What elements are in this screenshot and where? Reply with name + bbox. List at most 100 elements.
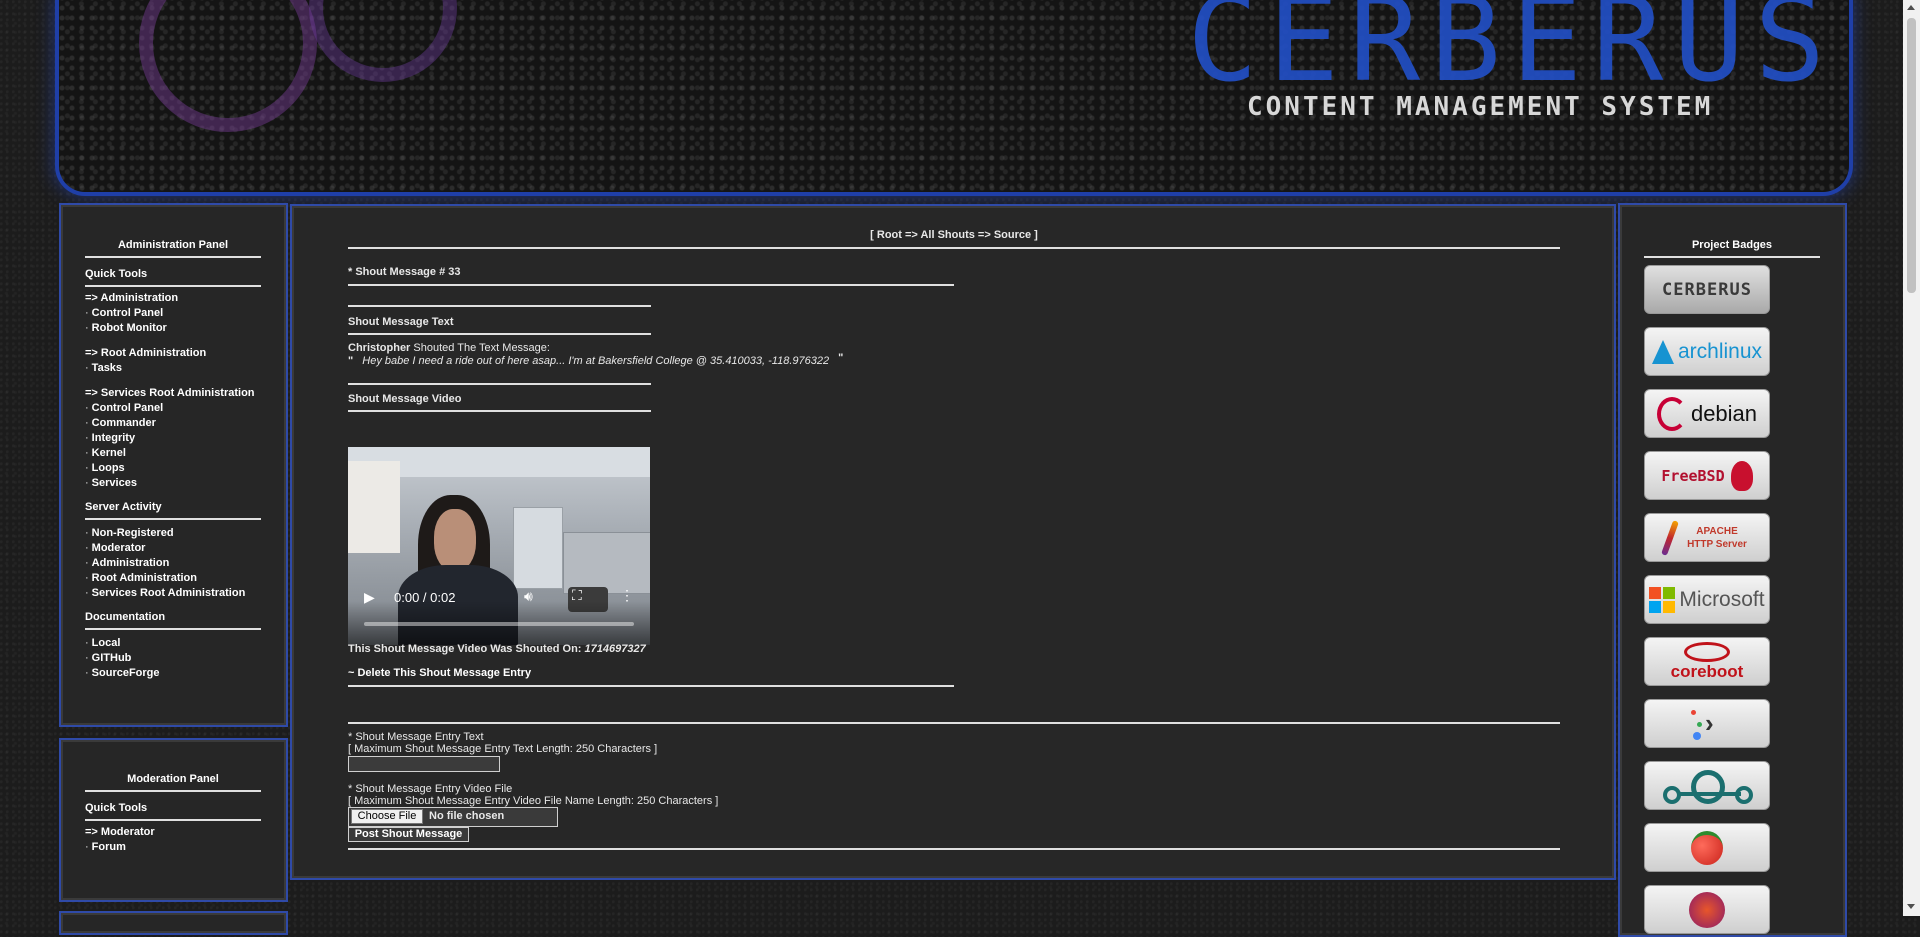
badge-freebsd[interactable]: FreeBSD [1644,451,1770,500]
nav-link-loops[interactable]: Loops [92,462,125,474]
play-icon[interactable]: ▶ [364,589,375,606]
apache-feather-icon [1661,519,1679,556]
services-root-admin-group: => Services Root Administration · Control… [85,386,261,491]
nav-link-control-panel[interactable]: Control Panel [92,402,164,414]
video-file-input[interactable]: Choose File No file chosen [348,807,558,827]
tomato-icon [1691,830,1723,865]
choose-file-button[interactable]: Choose File [351,809,423,824]
entry-text-label: * Shout Message Entry Text [348,731,484,743]
no-file-chosen-label: No file chosen [429,810,505,822]
lineage-logo-icon [1657,766,1757,806]
post-shout-button[interactable]: Post Shout Message [348,827,469,842]
badge-label: APACHE HTTP Server [1687,525,1747,550]
logo-dot [1693,731,1701,740]
shouted-text-label: Shouted The Text Message: [410,342,550,354]
divider [348,848,1560,850]
nav-link-forum[interactable]: Forum [92,841,126,853]
badge-debian[interactable]: debian [1644,389,1770,438]
nav-link-sourceforge[interactable]: SourceForge [92,667,160,679]
nav-link-robot-monitor[interactable]: Robot Monitor [92,322,167,334]
badge-project[interactable] [1644,885,1770,934]
microsoft-logo-icon [1649,586,1676,613]
chevron-right-icon: › [1705,707,1714,738]
nav-link-local[interactable]: Local [92,637,121,649]
nav-link-root-administration[interactable]: Root Administration [92,572,197,584]
page-scrollbar[interactable] [1903,0,1920,916]
nav-link-integrity[interactable]: Integrity [92,432,135,444]
badge-coreboot[interactable]: coreboot [1644,637,1770,686]
server-activity-heading: Server Activity [85,501,162,513]
nav-link-root-administration[interactable]: => Root Administration [85,346,261,361]
video-frame [348,461,400,553]
more-options-icon[interactable]: ⋮ [620,587,634,604]
nav-link-services-root-administration[interactable]: Services Root Administration [92,587,246,599]
badge-label: FreeBSD [1661,466,1725,485]
badge-microsoft[interactable]: Microsoft [1644,575,1770,624]
entry-video-label: * Shout Message Entry Video File [348,783,513,795]
badge-apache[interactable]: APACHE HTTP Server [1644,513,1770,562]
shout-video-player[interactable]: ▶ 0:00 / 0:02 🔊︎ ⛶ ⋮ [348,447,650,645]
badge-lineage[interactable] [1644,761,1770,810]
documentation-heading: Documentation [85,611,166,623]
dots-logo-icon: › [1687,704,1727,744]
breadcrumb[interactable]: [ Root => All Shouts => Source ] [348,229,1560,241]
scroll-up-arrow-icon[interactable] [1907,5,1915,10]
nav-link-moderator[interactable]: Moderator [92,542,146,554]
nav-link-services[interactable]: Services [92,477,137,489]
arch-logo-icon [1651,339,1674,364]
scroll-down-arrow-icon[interactable] [1907,904,1915,909]
badge-label: Microsoft [1679,587,1765,611]
nav-link-non-registered[interactable]: Non-Registered [92,527,174,539]
admin-group: => Administration · Control Panel · Robot … [85,291,261,336]
logo-square [1663,600,1676,613]
logo-square [1663,586,1676,599]
entry-video-limit: [ Maximum Shout Message Entry Video File… [348,795,719,807]
nav-link-administration[interactable]: => Administration [85,291,261,306]
badge-project[interactable]: › [1644,699,1770,748]
quote-close: " [838,352,844,364]
divider [85,518,261,520]
divider [85,790,261,792]
administration-panel: Administration Panel Quick Tools => Admi… [59,203,288,727]
project-badges-panel: Project Badges CERBERUS archlinux debian… [1618,203,1847,937]
root-admin-group: => Root Administration · Tasks [85,346,261,376]
badge-label: debian [1690,400,1758,426]
shout-message-text: Hey babe I need a ride out of here asap.… [362,355,830,367]
delete-shout-link[interactable]: ~ Delete This Shout Message Entry [348,667,531,679]
panel-title: Project Badges [1691,239,1773,251]
nav-link-administration[interactable]: Administration [92,557,170,569]
nav-link-control-panel[interactable]: Control Panel [92,307,164,319]
nav-link-moderator[interactable]: => Moderator [85,825,261,840]
site-banner: CERBERUS CONTENT MANAGEMENT SYSTEM [55,0,1853,196]
shouted-on-line: This Shout Message Video Was Shouted On:… [348,643,646,655]
divider [85,256,261,258]
purple-logo-icon [1689,891,1725,928]
badge-label: archlinux [1677,339,1763,363]
debian-swirl-icon [1656,396,1687,431]
nav-link-tasks[interactable]: Tasks [92,362,122,374]
divider [85,285,261,287]
divider [85,628,261,630]
badge-archlinux[interactable]: archlinux [1644,327,1770,376]
shouted-on-value: 1714697327 [584,643,646,655]
logo-dot [1691,709,1696,715]
nav-link-github[interactable]: GITHub [92,652,132,664]
site-logo-subtitle: CONTENT MANAGEMENT SYSTEM [1247,92,1714,122]
badge-label: coreboot [1670,661,1744,681]
divider [348,383,651,385]
divider [348,247,1560,249]
badge-tomato[interactable] [1644,823,1770,872]
shout-text-input[interactable] [348,756,500,772]
video-frame [513,507,563,589]
volume-icon[interactable]: 🔊︎ [524,588,533,605]
nav-link-services-root-administration[interactable]: => Services Root Administration [85,386,261,401]
badge-cerberus[interactable]: CERBERUS [1644,265,1770,314]
nav-link-commander[interactable]: Commander [92,417,156,429]
video-progress-track[interactable] [364,622,634,626]
shouted-on-label: This Shout Message Video Was Shouted On: [348,643,585,655]
nav-link-kernel[interactable]: Kernel [92,447,126,459]
panel-title: Administration Panel [117,239,229,251]
video-section-heading: Shout Message Video [348,393,462,405]
scrollbar-thumb[interactable] [1907,18,1916,293]
fullscreen-icon[interactable]: ⛶ [572,587,582,604]
